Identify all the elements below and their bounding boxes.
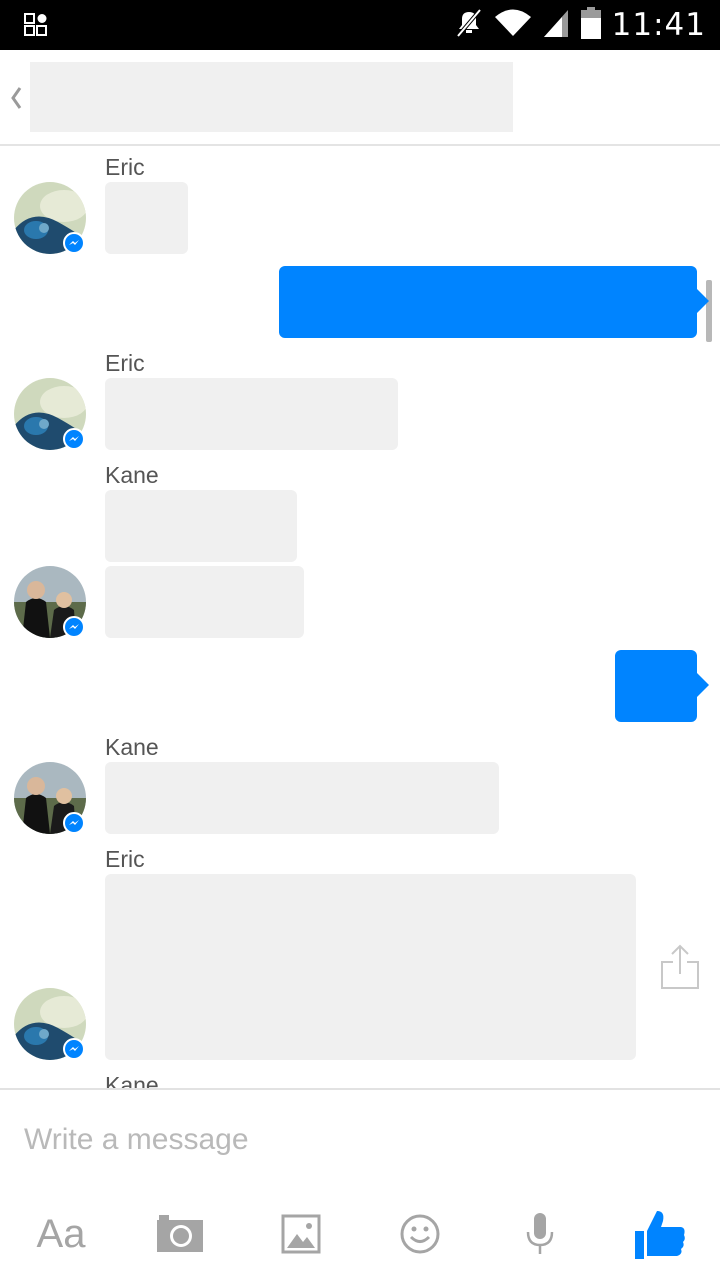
message-bubble-incoming[interactable] xyxy=(105,182,188,254)
message-bubble-outgoing[interactable] xyxy=(615,650,709,722)
messenger-badge-icon xyxy=(63,1038,85,1060)
gallery-button[interactable] xyxy=(280,1204,322,1264)
camera-icon xyxy=(157,1215,203,1252)
sender-name: Eric xyxy=(105,154,145,180)
message-bubble-incoming[interactable] xyxy=(105,874,636,1060)
thumbs-up-icon xyxy=(635,1211,685,1259)
conversation-title[interactable] xyxy=(30,62,513,132)
emoji-button[interactable] xyxy=(398,1204,442,1264)
messenger-badge-icon xyxy=(63,616,85,638)
conversation-header xyxy=(0,50,720,146)
emoji-icon xyxy=(400,1214,440,1254)
status-bar: 11:41 xyxy=(0,0,720,50)
microphone-button[interactable] xyxy=(524,1204,556,1264)
text-format-button[interactable]: Aa xyxy=(36,1204,86,1264)
sender-name: Kane xyxy=(105,734,159,760)
microphone-icon xyxy=(526,1213,554,1254)
battery-icon xyxy=(580,6,602,45)
messenger-badge-icon xyxy=(63,232,85,254)
composer: Aa xyxy=(0,1088,720,1280)
wifi-icon xyxy=(494,8,532,43)
message-bubble-incoming[interactable] xyxy=(105,566,304,638)
message-thread[interactable]: Eric Eric Kane Kane Eric Kane xyxy=(0,148,720,1088)
signal-icon xyxy=(542,8,570,43)
sender-name: Kane xyxy=(105,462,159,488)
like-button[interactable] xyxy=(632,1204,688,1264)
composer-toolbar: Aa xyxy=(0,1190,720,1280)
message-input[interactable] xyxy=(24,1118,684,1162)
message-bubble-incoming[interactable] xyxy=(105,490,297,562)
message-bubble-outgoing[interactable] xyxy=(279,266,709,338)
notifications-icon xyxy=(24,13,48,42)
share-icon xyxy=(661,944,699,989)
sender-name: Eric xyxy=(105,846,145,872)
clock: 11:41 xyxy=(611,7,706,43)
chevron-left-icon xyxy=(11,87,22,109)
sender-name: Eric xyxy=(105,350,145,376)
messenger-badge-icon xyxy=(63,812,85,834)
messenger-badge-icon xyxy=(63,428,85,450)
back-button[interactable] xyxy=(4,78,28,118)
gallery-icon xyxy=(281,1214,321,1254)
message-bubble-incoming[interactable] xyxy=(105,378,398,450)
share-button[interactable] xyxy=(660,944,700,990)
sender-name: Kane xyxy=(105,1072,159,1088)
camera-button[interactable] xyxy=(154,1204,206,1264)
mute-icon xyxy=(454,7,484,44)
message-bubble-incoming[interactable] xyxy=(105,762,499,834)
